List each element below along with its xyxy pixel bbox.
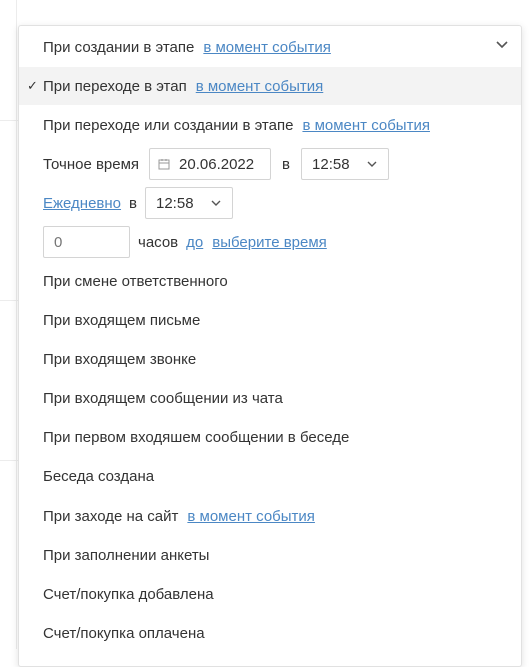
bg-grid-line [0, 300, 18, 301]
chevron-down-icon [211, 200, 221, 206]
menu-item-invoice-added[interactable]: Счет/покупка добавлена [19, 575, 521, 613]
menu-item-on-move-to-stage[interactable]: ✓ При переходе в этап в момент события [19, 67, 521, 105]
menu-item-hours-before[interactable]: часов до выберите время [19, 223, 521, 261]
menu-item-incoming-chat[interactable]: При входящем сообщении из чата [19, 379, 521, 417]
menu-item-on-move-or-create[interactable]: При переходе или создании в этапе в моме… [19, 106, 521, 144]
trigger-dropdown-menu: При создании в этапе в момент события ✓ … [18, 25, 522, 667]
hours-input[interactable] [43, 226, 130, 258]
calendar-icon [158, 159, 170, 170]
time-select[interactable]: 12:58 [145, 187, 233, 219]
bg-grid-line [16, 0, 17, 649]
moment-of-event-link[interactable]: в момент события [203, 39, 331, 56]
menu-item-responsible-change[interactable]: При смене ответственного [19, 262, 521, 300]
menu-item-conversation-created[interactable]: Беседа создана [19, 457, 521, 495]
menu-item-form-filled[interactable]: При заполнении анкеты [19, 536, 521, 574]
menu-item-daily[interactable]: Ежедневно в 12:58 [19, 184, 521, 222]
choose-time-link[interactable]: выберите время [212, 234, 327, 251]
menu-item-incoming-email[interactable]: При входящем письме [19, 301, 521, 339]
check-icon: ✓ [27, 78, 38, 93]
menu-item-incoming-call[interactable]: При входящем звонке [19, 340, 521, 378]
moment-of-event-link[interactable]: в момент события [187, 508, 315, 525]
menu-item-on-create-in-stage[interactable]: При создании в этапе в момент события [19, 28, 521, 66]
menu-item-exact-time[interactable]: Точное время 20.06.2022 в 12:58 [19, 145, 521, 183]
menu-item-site-visit[interactable]: При заходе на сайт в момент события [19, 497, 521, 535]
moment-of-event-link[interactable]: в момент события [196, 78, 324, 95]
menu-item-first-message[interactable]: При первом входяшем сообщении в беседе [19, 418, 521, 456]
menu-item-invoice-paid[interactable]: Счет/покупка оплачена [19, 614, 521, 652]
moment-of-event-link[interactable]: в момент события [302, 117, 430, 134]
time-select[interactable]: 12:58 [301, 148, 390, 180]
date-picker[interactable]: 20.06.2022 [149, 148, 272, 180]
daily-link[interactable]: Ежедневно [43, 195, 121, 212]
chevron-down-icon [367, 161, 377, 167]
bg-grid-line [0, 120, 18, 121]
bg-grid-line [0, 460, 18, 461]
before-link[interactable]: до [186, 234, 203, 251]
